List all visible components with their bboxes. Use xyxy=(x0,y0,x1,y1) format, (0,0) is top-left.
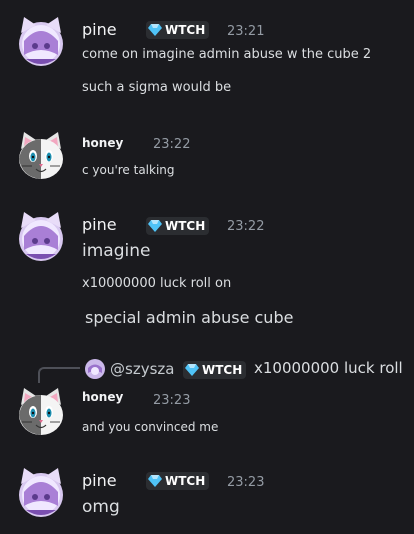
avatar[interactable] xyxy=(14,385,68,439)
guild-tag[interactable]: WTCH xyxy=(146,217,210,235)
honey-cat-avatar xyxy=(19,388,63,435)
message-text: omg xyxy=(82,497,120,517)
message-text: imagine xyxy=(82,241,151,261)
guild-tag-label: WTCH xyxy=(202,363,243,377)
message-text: special admin abuse cube xyxy=(85,308,294,327)
diamond-icon xyxy=(148,475,162,487)
username[interactable]: pine xyxy=(82,215,117,234)
timestamp[interactable]: 23:23 xyxy=(227,475,264,490)
honey-cat-avatar xyxy=(19,132,63,179)
username[interactable]: pine xyxy=(82,471,117,490)
avatar[interactable] xyxy=(14,210,68,264)
avatar[interactable] xyxy=(14,129,68,183)
diamond-icon xyxy=(185,364,199,376)
username[interactable]: honey xyxy=(82,390,123,404)
guild-tag-label: WTCH xyxy=(165,23,206,37)
pine-cat-avatar xyxy=(19,468,63,517)
guild-tag[interactable]: WTCH xyxy=(146,21,210,39)
diamond-icon xyxy=(148,220,162,232)
pine-cat-avatar xyxy=(19,212,63,261)
guild-tag[interactable]: WTCH xyxy=(146,472,210,490)
szysza-avatar xyxy=(85,359,105,379)
timestamp[interactable]: 23:22 xyxy=(153,137,190,152)
timestamp[interactable]: 23:22 xyxy=(227,219,264,234)
message-text: and you convinced me xyxy=(82,420,219,434)
username[interactable]: honey xyxy=(82,136,123,150)
message-text: x10000000 luck roll on xyxy=(82,276,232,291)
reply-connector xyxy=(38,367,80,383)
guild-tag-label: WTCH xyxy=(165,219,206,233)
message-text: such a sigma would be xyxy=(82,80,232,95)
timestamp[interactable]: 23:21 xyxy=(227,24,264,39)
reply-preview-text[interactable]: x10000000 luck roll xyxy=(254,359,403,377)
username[interactable]: pine xyxy=(82,20,117,39)
guild-tag[interactable]: WTCH xyxy=(183,361,247,379)
avatar[interactable] xyxy=(14,15,68,69)
timestamp[interactable]: 23:23 xyxy=(153,393,190,408)
avatar[interactable] xyxy=(14,466,68,520)
message-text: c you're talking xyxy=(82,163,175,177)
message-text: come on imagine admin abuse w the cube 2 xyxy=(82,47,372,62)
guild-tag-label: WTCH xyxy=(165,474,206,488)
pine-cat-avatar xyxy=(19,17,63,66)
reply-username[interactable]: @szysza xyxy=(110,360,174,378)
reply-avatar[interactable] xyxy=(85,359,105,379)
diamond-icon xyxy=(148,24,162,36)
